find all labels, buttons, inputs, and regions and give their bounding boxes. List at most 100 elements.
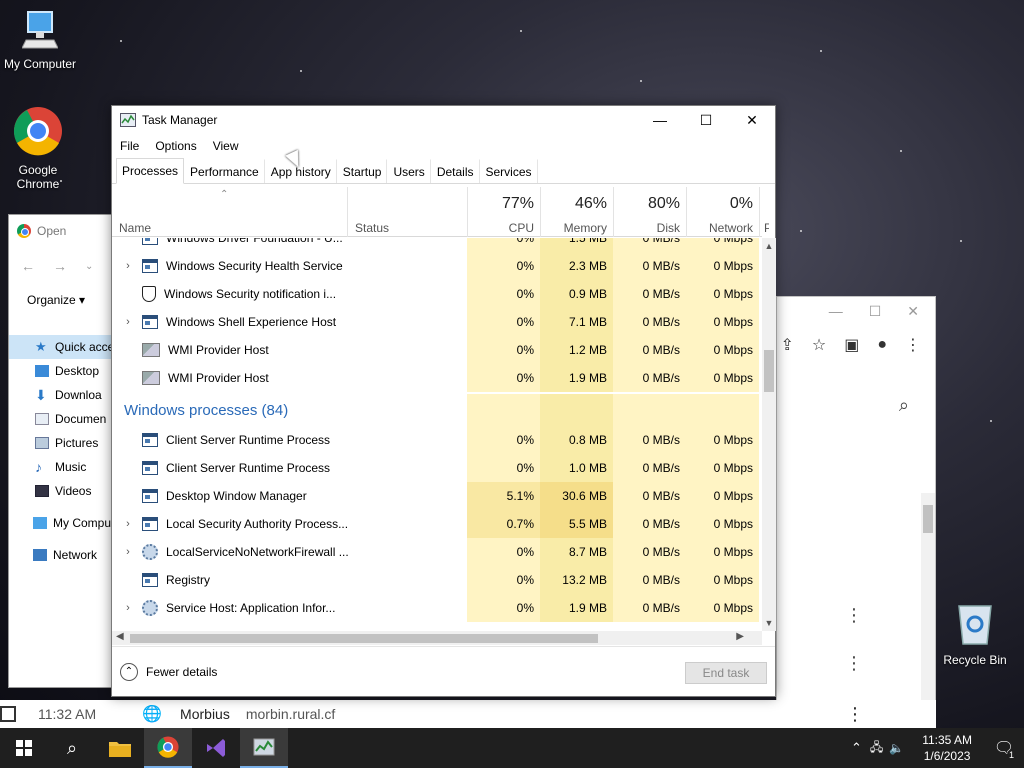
end-task-button[interactable]: End task bbox=[685, 662, 767, 684]
process-row[interactable]: WMI Provider Host 0% 1.2 MB 0 MB/s 0 Mbps bbox=[112, 336, 762, 364]
tab-performance[interactable]: Performance bbox=[184, 159, 265, 183]
dropdown-icon[interactable]: ⌄ bbox=[85, 261, 93, 272]
minimize-icon[interactable]: — bbox=[829, 303, 843, 319]
desktop-icon-recycle-bin[interactable]: Recycle Bin bbox=[935, 600, 1015, 667]
column-memory[interactable]: 46% Memory bbox=[540, 187, 613, 237]
kebab-icon[interactable]: ⋮ bbox=[845, 653, 863, 674]
sidebar-item-pictures[interactable]: Pictures bbox=[9, 431, 119, 455]
process-row[interactable]: › Local Security Authority Process... 0.7%… bbox=[112, 510, 762, 538]
taskbar-visual-studio[interactable] bbox=[192, 728, 240, 768]
history-row[interactable]: 11:32 AM 🌐 Morbius morbin.rural.cf ⋮ bbox=[0, 700, 936, 728]
horizontal-scrollbar[interactable]: ◀ ▶ bbox=[112, 631, 762, 645]
forward-arrow-icon[interactable]: → bbox=[53, 258, 67, 274]
sidebar-item-documents[interactable]: Documen bbox=[9, 407, 119, 431]
process-list[interactable]: Windows Driver Foundation - U... 0% 1.5 MB… bbox=[112, 238, 762, 631]
tab-users[interactable]: Users bbox=[387, 159, 431, 183]
maximize-button[interactable]: ☐ bbox=[683, 106, 729, 134]
sidebar-item-quick-access[interactable]: ★ Quick acce bbox=[9, 335, 119, 359]
process-row[interactable]: › LocalServiceNoNetworkFirewall ... 0% 8.7 … bbox=[112, 538, 762, 566]
process-row[interactable]: › Windows Security Health Service 0% 2.3 MB… bbox=[112, 252, 762, 280]
task-manager-window[interactable]: Task Manager — ☐ ✕ File Options View Pro… bbox=[111, 105, 776, 697]
expand-chevron-icon[interactable]: › bbox=[122, 260, 134, 272]
process-row[interactable]: Client Server Runtime Process 0% 0.8 MB 0 M… bbox=[112, 426, 762, 454]
tab-processes[interactable]: Processes bbox=[116, 158, 185, 184]
expand-chevron-icon[interactable]: › bbox=[122, 602, 134, 614]
sidebar-item-desktop[interactable]: Desktop bbox=[9, 359, 119, 383]
tab-details[interactable]: Details bbox=[431, 159, 480, 183]
taskbar-chrome[interactable] bbox=[144, 728, 192, 768]
scroll-thumb[interactable] bbox=[764, 350, 774, 392]
network-icon[interactable]: 🖧 bbox=[866, 738, 887, 759]
scroll-right-icon[interactable]: ▶ bbox=[736, 631, 744, 642]
kebab-icon[interactable]: ⋮ bbox=[845, 605, 863, 626]
taskbar-task-manager[interactable] bbox=[240, 728, 288, 768]
tab-services[interactable]: Services bbox=[480, 159, 538, 183]
column-cpu[interactable]: 77% CPU bbox=[467, 187, 540, 237]
process-row[interactable]: Windows Security notification i... 0% 0.9 … bbox=[112, 280, 762, 308]
chrome-window[interactable]: — ☐ ✕ ⇪ ☆ ▣ ● ⋮ ⌕ ⋮ ⋮ bbox=[776, 296, 936, 732]
fewer-details-button[interactable]: ⌃ Fewer details bbox=[120, 662, 217, 681]
disk-value: 0 MB/s bbox=[613, 482, 686, 510]
scroll-thumb[interactable] bbox=[130, 634, 598, 643]
process-row[interactable]: WMI Provider Host 0% 1.9 MB 0 MB/s 0 Mbps bbox=[112, 364, 762, 392]
notification-button[interactable]: 🗨 1 bbox=[984, 728, 1024, 768]
menu-kebab-icon[interactable]: ⋮ bbox=[905, 335, 921, 355]
sidebar-item-music[interactable]: ♪ Music bbox=[9, 455, 119, 479]
task-manager-footer: ⌃ Fewer details End task bbox=[112, 646, 775, 696]
document-icon bbox=[35, 413, 49, 425]
menu-options[interactable]: Options bbox=[155, 139, 196, 153]
taskbar-clock[interactable]: 11:35 AM 1/6/2023 bbox=[910, 732, 984, 764]
vertical-scrollbar[interactable]: ▲ ▼ bbox=[762, 238, 776, 631]
close-icon[interactable]: ✕ bbox=[907, 303, 919, 320]
column-disk[interactable]: 80% Disk bbox=[613, 187, 686, 237]
close-button[interactable]: ✕ bbox=[729, 106, 775, 134]
expand-chevron-icon[interactable]: › bbox=[122, 518, 134, 530]
search-icon[interactable]: ⌕ bbox=[899, 395, 909, 416]
back-arrow-icon[interactable]: ← bbox=[21, 258, 35, 274]
search-button[interactable]: ⌕ bbox=[48, 728, 96, 768]
column-status[interactable]: Status bbox=[347, 187, 467, 237]
sidebar-item-my-computer[interactable]: My Compu bbox=[9, 511, 119, 535]
menu-view[interactable]: View bbox=[213, 139, 239, 153]
process-row[interactable]: Registry 0% 13.2 MB 0 MB/s 0 Mbps bbox=[112, 566, 762, 594]
organize-button[interactable]: Organize ▾ bbox=[9, 285, 117, 315]
sidebar-item-downloads[interactable]: ⬇ Downloa bbox=[9, 383, 119, 407]
profile-icon[interactable]: ● bbox=[877, 336, 887, 354]
process-row[interactable]: Client Server Runtime Process 0% 1.0 MB 0 M… bbox=[112, 454, 762, 482]
expand-chevron-icon[interactable]: › bbox=[122, 546, 134, 558]
column-name[interactable]: ⌃ Name bbox=[112, 187, 347, 237]
scroll-down-icon[interactable]: ▼ bbox=[762, 618, 776, 628]
process-row[interactable]: › Windows Shell Experience Host 0% 7.1 MB 0 … bbox=[112, 308, 762, 336]
scroll-left-icon[interactable]: ◀ bbox=[116, 631, 124, 642]
sidebar-item-videos[interactable]: Videos bbox=[9, 479, 119, 503]
sidepanel-icon[interactable]: ▣ bbox=[844, 335, 859, 355]
expand-chevron-icon[interactable]: › bbox=[122, 316, 134, 328]
kebab-icon[interactable]: ⋮ bbox=[846, 704, 864, 725]
memory-value: 8.7 MB bbox=[540, 538, 613, 566]
column-network[interactable]: 0% Network bbox=[686, 187, 759, 237]
process-row[interactable]: Windows Driver Foundation - U... 0% 1.5 MB… bbox=[112, 238, 762, 252]
process-name-cell: Windows Security notification i... bbox=[122, 280, 336, 308]
desktop-icon-my-computer[interactable]: My Computer bbox=[0, 10, 80, 71]
desktop-icon-google-chrome[interactable]: Google Chrome bbox=[0, 106, 78, 191]
volume-icon[interactable]: 🔈 bbox=[887, 741, 910, 755]
minimize-button[interactable]: — bbox=[637, 106, 683, 134]
column-power[interactable]: P bbox=[759, 187, 769, 237]
scroll-up-icon[interactable]: ▲ bbox=[762, 241, 776, 251]
history-url: morbin.rural.cf bbox=[245, 706, 336, 722]
taskbar-file-explorer[interactable] bbox=[96, 728, 144, 768]
process-row[interactable]: › Service Host: Application Infor... 0% 1.9… bbox=[112, 594, 762, 622]
menu-file[interactable]: File bbox=[120, 139, 139, 153]
bookmark-star-icon[interactable]: ☆ bbox=[812, 335, 826, 355]
sidebar-item-network[interactable]: Network bbox=[9, 543, 119, 567]
tab-startup[interactable]: Startup bbox=[337, 159, 388, 183]
checkbox[interactable] bbox=[0, 706, 16, 722]
scrollbar[interactable] bbox=[921, 493, 935, 731]
share-icon[interactable]: ⇪ bbox=[780, 335, 793, 355]
start-button[interactable] bbox=[0, 728, 48, 768]
gear-icon bbox=[142, 544, 158, 560]
process-row[interactable]: Desktop Window Manager 5.1% 30.6 MB 0 MB/s 0… bbox=[112, 482, 762, 510]
chevron-up-icon[interactable]: ⌃ bbox=[847, 740, 866, 756]
maximize-icon[interactable]: ☐ bbox=[869, 303, 882, 320]
open-dialog-window[interactable]: Open ← → ⌄ ↑ Organize ▾ ★Quick acce Desk… bbox=[8, 214, 119, 688]
